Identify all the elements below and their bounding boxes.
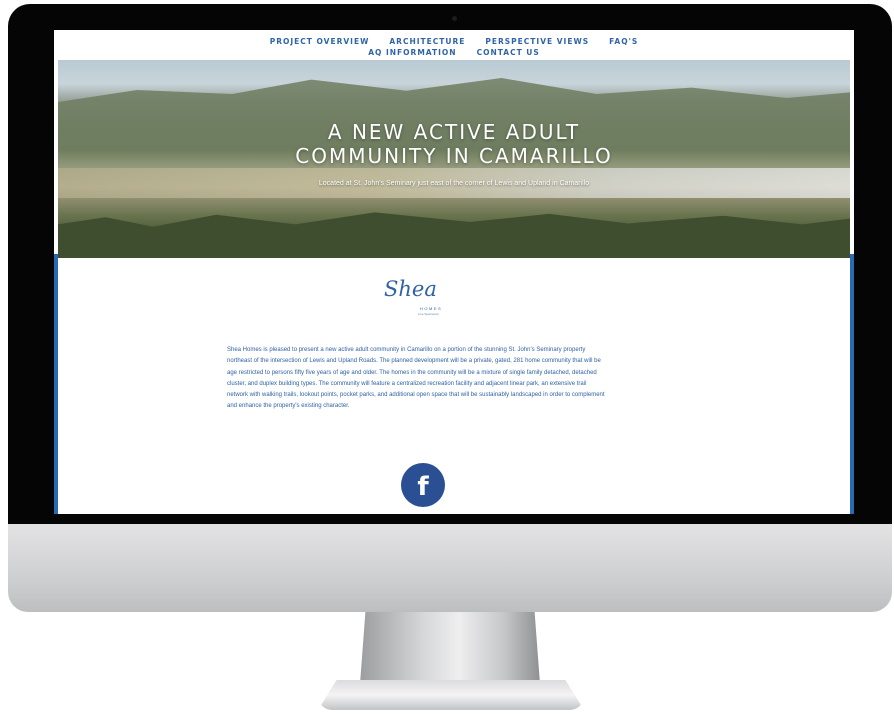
intro-paragraph: Shea Homes is pleased to present a new a…: [227, 347, 605, 410]
shea-homes-logo: Shea HOMES Live Spaciously: [380, 277, 460, 327]
camera-icon: [452, 16, 457, 21]
hero-title: A NEW ACTIVE ADULT COMMUNITY IN CAMARILL…: [58, 120, 850, 168]
hero-title-line-2: COMMUNITY IN CAMARILLO: [295, 144, 613, 168]
top-navigation: PROJECT OVERVIEW ARCHITECTURE PERSPECTIV…: [54, 30, 854, 60]
logo-tagline: Live Spaciously: [418, 312, 439, 316]
nav-link-project-overview[interactable]: PROJECT OVERVIEW: [270, 37, 370, 46]
hero-banner: A NEW ACTIVE ADULT COMMUNITY IN CAMARILL…: [58, 60, 850, 258]
nav-row-2: AQ INFORMATION CONTACT US: [54, 48, 854, 57]
monitor-chin: [8, 524, 892, 612]
nav-link-contact-us[interactable]: CONTACT US: [477, 48, 540, 57]
nav-link-aq-information[interactable]: AQ INFORMATION: [368, 48, 456, 57]
logo-script: Shea: [384, 277, 437, 301]
facebook-button[interactable]: f: [401, 463, 445, 507]
hero-trees-image: [58, 212, 850, 258]
right-accent-bar: [850, 254, 854, 514]
left-accent-bar: [54, 254, 58, 514]
website-screen: PROJECT OVERVIEW ARCHITECTURE PERSPECTIV…: [54, 30, 854, 514]
logo-homes: HOMES: [420, 306, 443, 311]
facebook-icon: f: [417, 472, 429, 502]
monitor-stand-foot: [318, 680, 584, 710]
hero-subtitle: Located at St. John's Seminary just east…: [318, 180, 590, 187]
monitor-stand-neck: [360, 612, 540, 684]
nav-row-1: PROJECT OVERVIEW ARCHITECTURE PERSPECTIV…: [54, 37, 854, 46]
nav-link-faqs[interactable]: FAQ'S: [609, 37, 638, 46]
nav-link-perspective-views[interactable]: PERSPECTIVE VIEWS: [485, 37, 589, 46]
hero-title-line-1: A NEW ACTIVE ADULT: [327, 120, 581, 144]
nav-link-architecture[interactable]: ARCHITECTURE: [389, 37, 465, 46]
